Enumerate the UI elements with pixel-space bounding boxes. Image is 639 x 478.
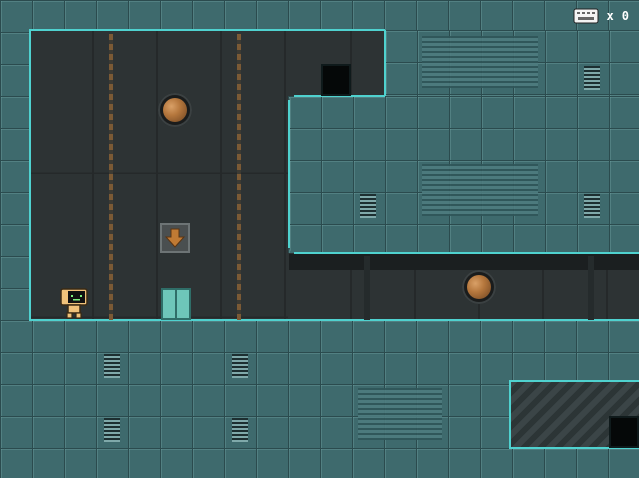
keyboard-icon xyxy=(573,8,599,24)
exit-door[interactable] xyxy=(609,416,639,448)
alcove-left-edge xyxy=(509,380,511,448)
vent-top xyxy=(422,36,538,88)
pillar-2 xyxy=(588,256,594,320)
grill xyxy=(584,194,600,218)
grill xyxy=(360,194,376,218)
vent-middle xyxy=(422,164,538,216)
down-arrow-icon[interactable] xyxy=(160,223,190,253)
interior-room xyxy=(30,30,288,320)
block-bottom-edge xyxy=(294,252,639,254)
robot-player-icon[interactable] xyxy=(60,287,88,319)
crate-divider xyxy=(175,290,177,318)
counter-prefix: x xyxy=(606,9,614,23)
grill xyxy=(104,418,120,442)
grill xyxy=(232,354,248,378)
pillar-1 xyxy=(364,256,370,320)
bronze-orb-icon[interactable] xyxy=(158,93,192,127)
floor-edge xyxy=(29,319,639,321)
ledge-shadow xyxy=(289,254,639,270)
counter-value: 0 xyxy=(621,9,629,23)
game-scene: x 0 xyxy=(0,0,639,478)
room-top-edge xyxy=(29,29,385,31)
room-left-edge xyxy=(29,30,31,320)
vent-bottom xyxy=(358,388,442,440)
grill xyxy=(584,66,600,90)
bronze-orb-icon[interactable] xyxy=(462,270,496,304)
grill xyxy=(232,418,248,442)
upper-right-edge xyxy=(384,30,386,96)
down-arrow-glyph xyxy=(164,228,186,248)
teal-crate[interactable] xyxy=(161,288,191,320)
upper-hatch xyxy=(321,64,351,96)
rail-left xyxy=(109,34,113,320)
grill xyxy=(104,354,120,378)
alcove-top-edge xyxy=(509,380,639,382)
block-left-edge xyxy=(288,100,290,248)
rail-right xyxy=(237,34,241,320)
hud-counter: x 0 xyxy=(573,8,629,24)
